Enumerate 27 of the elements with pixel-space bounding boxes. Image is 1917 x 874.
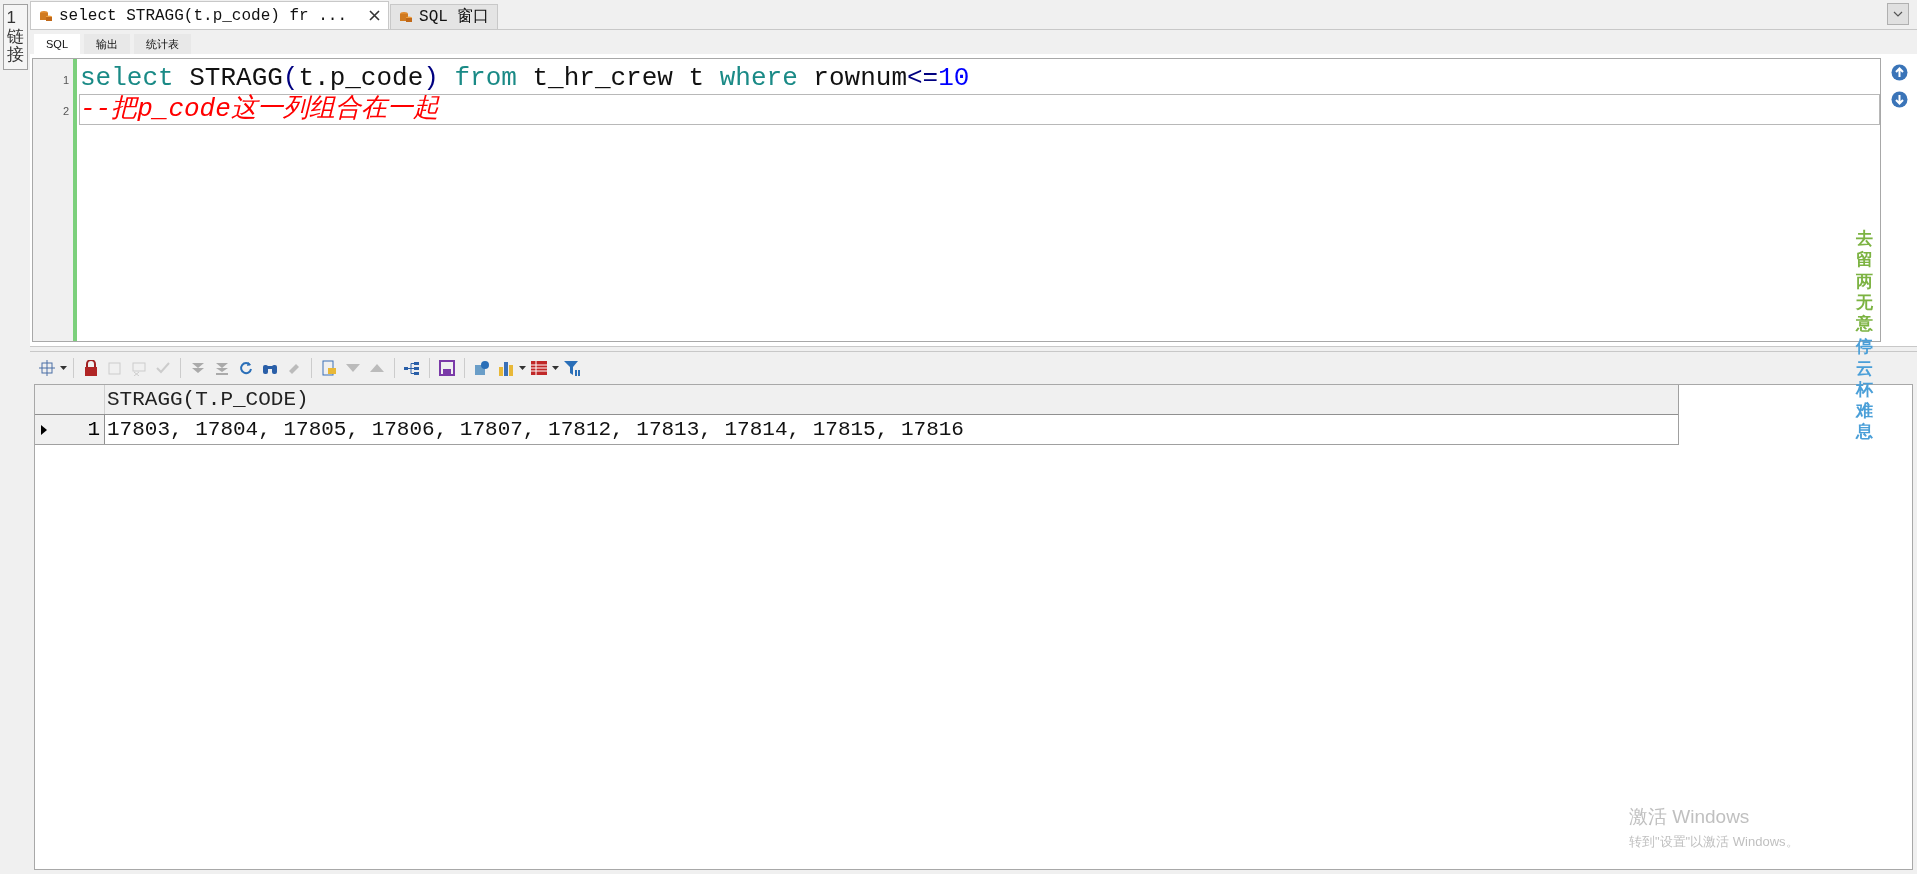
chevron-down-icon xyxy=(1893,11,1903,17)
sub-tab[interactable]: 输出 xyxy=(84,34,130,54)
arrow-up-circle-icon[interactable] xyxy=(1890,64,1908,81)
table-cell-text: 17803, 17804, 17805, 17806, 17807, 17812, 17813, 17814, 17815, 17816 xyxy=(106,417,965,443)
sub-tab[interactable]: 统计表 xyxy=(134,34,191,54)
poem-text: 去留两无意 xyxy=(1856,228,1873,335)
code-line: select STRAGG(t.p_code) from t_hr_crew t where rownum<=10 xyxy=(79,63,971,94)
line-number: 1 xyxy=(61,72,70,88)
caret-icon xyxy=(552,366,559,370)
row-number: 1 xyxy=(53,415,105,444)
save-icon[interactable] xyxy=(436,357,458,379)
side-tab[interactable]: 1链接 xyxy=(2,4,28,71)
sub-tab[interactable]: SQL xyxy=(34,34,80,54)
activation-message: 转到"设置"以激活 Windows。 xyxy=(1629,832,1799,851)
caret-icon xyxy=(519,366,526,370)
database-icon xyxy=(399,10,414,24)
editor-tab[interactable]: select STRAGG(t.p_code) fr ... xyxy=(30,1,390,29)
triangle-right-icon xyxy=(41,424,47,435)
caret-icon xyxy=(60,366,67,370)
database-icon xyxy=(39,8,53,23)
close-icon[interactable] xyxy=(369,10,381,21)
editor-tab[interactable]: SQL 窗口 xyxy=(390,4,499,29)
line-number: 2 xyxy=(61,103,70,119)
row-indicator[interactable] xyxy=(35,415,53,444)
activation-title: 激活 Windows xyxy=(1629,805,1751,829)
crosshair-icon[interactable] xyxy=(36,357,58,379)
arrow-down-circle-icon[interactable] xyxy=(1890,91,1908,108)
